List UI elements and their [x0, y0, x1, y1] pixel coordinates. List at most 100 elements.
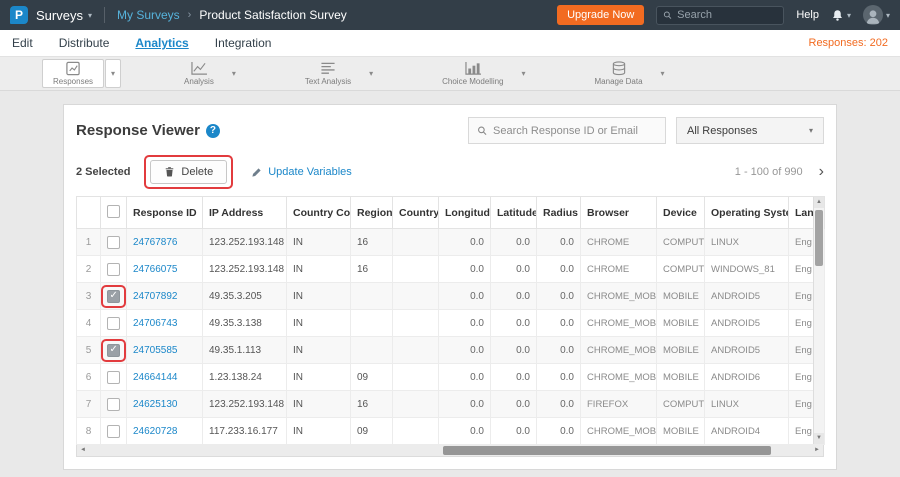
- toolbar-responses-dropdown[interactable]: ▾: [105, 59, 122, 88]
- cell-browser: CHROME_MOBILE: [580, 282, 657, 310]
- cell-country: [392, 228, 439, 256]
- cell-region: 09: [350, 417, 393, 445]
- toolbar-analysis-dropdown[interactable]: ▾: [226, 59, 242, 88]
- toolbar-group-manage-data: Manage Data ▾: [584, 59, 671, 88]
- survey-title: Product Satisfaction Survey: [199, 8, 347, 22]
- toolbar-group-responses: Responses ▾: [42, 59, 122, 88]
- cell-response-id[interactable]: 24705585: [126, 336, 203, 364]
- cell-response-id[interactable]: 24767876: [126, 228, 203, 256]
- row-checkbox[interactable]: [107, 397, 120, 411]
- row-checkbox[interactable]: [107, 370, 120, 384]
- toolbar-responses-button[interactable]: Responses: [42, 59, 105, 88]
- tab-analytics[interactable]: Analytics: [135, 36, 188, 50]
- cell-region: 16: [350, 390, 393, 418]
- toolbar-manage-data-button[interactable]: Manage Data: [584, 59, 654, 88]
- notifications-menu[interactable]: ▾: [831, 9, 851, 22]
- header-country-code[interactable]: Country Code: [286, 196, 351, 229]
- cell-radius: 0.0: [536, 336, 581, 364]
- vertical-scrollbar[interactable]: ▲ ▼: [813, 197, 824, 444]
- header-checkbox-cell[interactable]: [100, 196, 127, 229]
- toolbar-choice-modelling-button[interactable]: Choice Modelling: [431, 59, 514, 88]
- header-ip-address[interactable]: IP Address: [202, 196, 287, 229]
- cell-radius: 0.0: [536, 390, 581, 418]
- cell-operating-system: ANDROID4: [704, 417, 789, 445]
- pagination-next-icon[interactable]: ›: [819, 164, 824, 180]
- user-avatar: [862, 5, 883, 25]
- help-link[interactable]: Help: [796, 9, 819, 21]
- vertical-scroll-thumb[interactable]: [815, 210, 823, 266]
- toolbar-label: Analysis: [184, 77, 214, 86]
- scroll-left-icon[interactable]: ◄: [77, 445, 89, 456]
- row-checkbox[interactable]: [107, 262, 120, 276]
- cell-response-id[interactable]: 24625130: [126, 390, 203, 418]
- breadcrumb-my-surveys[interactable]: My Surveys: [117, 8, 180, 22]
- toolbar-text-analysis-dropdown[interactable]: ▾: [363, 59, 379, 88]
- update-variables-link[interactable]: Update Variables: [251, 166, 352, 178]
- chevron-down-icon: ▾: [846, 10, 851, 20]
- cell-latitude: 0.0: [490, 363, 537, 391]
- row-checkbox-cell: [100, 228, 127, 256]
- row-checkbox[interactable]: [107, 343, 120, 357]
- responses-filter-value: All Responses: [687, 124, 758, 137]
- cell-longitude: 0.0: [438, 282, 491, 310]
- header-longitude[interactable]: Longitude: [438, 196, 491, 229]
- cell-ip-address: 49.35.1.113: [202, 336, 287, 364]
- toolbar-text-analysis-button[interactable]: Text Analysis: [294, 59, 362, 88]
- tab-integration[interactable]: Integration: [215, 36, 272, 50]
- response-search[interactable]: [468, 117, 666, 144]
- upgrade-now-button[interactable]: Upgrade Now: [557, 5, 645, 25]
- app-logo-icon[interactable]: P: [10, 6, 28, 24]
- scroll-up-icon[interactable]: ▲: [814, 197, 824, 208]
- topbar-search[interactable]: [656, 5, 785, 25]
- search-icon: [664, 11, 672, 19]
- cell-device: COMPUTER: [656, 390, 705, 418]
- cell-response-id[interactable]: 24620728: [126, 417, 203, 445]
- header-radius[interactable]: Radius: [536, 196, 581, 229]
- delete-button[interactable]: Delete: [150, 160, 228, 184]
- account-menu[interactable]: ▾: [862, 5, 890, 25]
- header-region[interactable]: Region: [350, 196, 393, 229]
- horizontal-scroll-thumb[interactable]: [442, 446, 771, 455]
- breadcrumb-separator-icon: ›: [187, 9, 192, 21]
- toolbar-choice-modelling-dropdown[interactable]: ▾: [516, 59, 532, 88]
- cell-ip-address: 117.233.16.177: [202, 417, 287, 445]
- horizontal-scrollbar[interactable]: ◄ ►: [76, 445, 824, 457]
- cell-region: 09: [350, 363, 393, 391]
- row-checkbox[interactable]: [107, 235, 120, 249]
- header-latitude[interactable]: Latitude: [490, 196, 537, 229]
- cell-region: [350, 336, 393, 364]
- cell-ip-address: 123.252.193.148: [202, 228, 287, 256]
- surveys-menu[interactable]: Surveys ▾: [36, 8, 92, 23]
- cell-response-id[interactable]: 24664144: [126, 363, 203, 391]
- cell-radius: 0.0: [536, 282, 581, 310]
- tab-edit[interactable]: Edit: [12, 36, 33, 50]
- header-operating-system[interactable]: Operating System: [704, 196, 789, 229]
- response-search-input[interactable]: [493, 124, 657, 137]
- scroll-down-icon[interactable]: ▼: [814, 433, 824, 444]
- tab-distribute[interactable]: Distribute: [59, 36, 110, 50]
- responses-filter-dropdown[interactable]: All Responses ▾: [676, 117, 824, 144]
- toolbar-analysis-button[interactable]: Analysis: [173, 59, 225, 88]
- cell-response-id[interactable]: 24706743: [126, 309, 203, 337]
- select-all-checkbox[interactable]: [107, 204, 120, 218]
- row-checkbox[interactable]: [107, 424, 120, 438]
- text-analysis-icon: [321, 62, 335, 74]
- cell-response-id[interactable]: 24707892: [126, 282, 203, 310]
- row-checkbox-cell: [100, 309, 127, 337]
- cell-ip-address: 123.252.193.148: [202, 255, 287, 283]
- topbar-search-input[interactable]: [677, 9, 778, 21]
- row-checkbox[interactable]: [107, 316, 120, 330]
- cell-ip-address: 49.35.3.205: [202, 282, 287, 310]
- toolbar-manage-data-dropdown[interactable]: ▾: [655, 59, 671, 88]
- header-device[interactable]: Device: [656, 196, 705, 229]
- header-browser[interactable]: Browser: [580, 196, 657, 229]
- cell-device: MOBILE: [656, 363, 705, 391]
- scroll-right-icon[interactable]: ►: [811, 445, 823, 456]
- row-checkbox[interactable]: [107, 289, 120, 303]
- help-icon[interactable]: ?: [205, 123, 220, 138]
- header-response-id[interactable]: Response ID ▲▼: [126, 196, 203, 229]
- header-country[interactable]: Country: [392, 196, 439, 229]
- chevron-down-icon: ▾: [521, 69, 526, 78]
- cell-operating-system: WINDOWS_81: [704, 255, 789, 283]
- cell-response-id[interactable]: 24766075: [126, 255, 203, 283]
